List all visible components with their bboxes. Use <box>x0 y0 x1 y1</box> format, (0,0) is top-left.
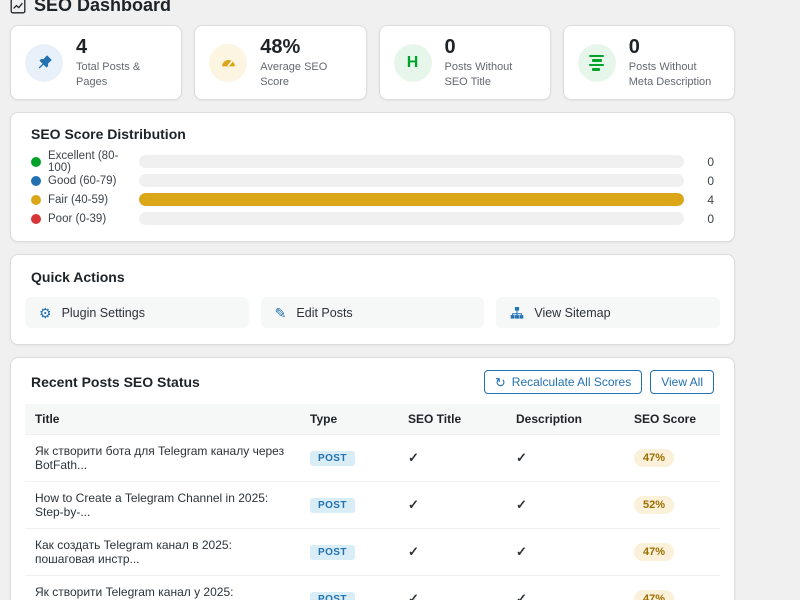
post-type-badge: POST <box>310 498 355 513</box>
post-title-link[interactable]: Как создать Telegram канал в 2025: пошаг… <box>25 529 300 576</box>
distribution-row-poor: Poor (0-39) 0 <box>31 209 714 228</box>
distribution-rows: Excellent (80-100) 0 Good (60-79) 0 Fair… <box>31 152 714 228</box>
seo-title-check-icon: ✓ <box>398 482 506 529</box>
meta-lines-icon <box>578 44 616 82</box>
column-header-type: Type <box>300 404 398 435</box>
table-row: Как создать Telegram канал в 2025: пошаг… <box>25 529 720 576</box>
distribution-bar-fill <box>139 193 684 206</box>
sitemap-icon <box>510 306 524 320</box>
distribution-count: 4 <box>684 193 714 207</box>
stat-card-no-seo-title: H 0 Posts Without SEO Title <box>379 25 551 100</box>
distribution-count: 0 <box>684 155 714 169</box>
table-row: Як створити бота для Telegram каналу чер… <box>25 435 720 482</box>
page-title: SEO Dashboard <box>34 0 171 16</box>
action-label: Edit Posts <box>296 306 352 320</box>
quick-actions-panel: Quick Actions ⚙ Plugin Settings ✎ Edit P… <box>10 254 735 345</box>
action-label: Plugin Settings <box>62 306 145 320</box>
post-type-badge: POST <box>310 592 355 600</box>
excellent-dot-icon <box>31 157 41 167</box>
column-header-seo-score: SEO Score <box>624 404 720 435</box>
distribution-row-good: Good (60-79) 0 <box>31 171 714 190</box>
refresh-icon: ↻ <box>495 376 506 389</box>
distribution-row-fair: Fair (40-59) 4 <box>31 190 714 209</box>
recent-posts-panel: Recent Posts SEO Status ↻ Recalculate Al… <box>10 357 735 600</box>
stat-card-no-meta-description: 0 Posts Without Meta Description <box>563 25 735 100</box>
distribution-label: Good (60-79) <box>48 175 116 187</box>
distribution-bar-track <box>139 174 684 187</box>
stat-label: Posts Without Meta Description <box>629 60 720 89</box>
stat-card-total-posts: 4 Total Posts & Pages <box>10 25 182 100</box>
recent-posts-table: Title Type SEO Title Description SEO Sco… <box>25 404 720 600</box>
good-dot-icon <box>31 176 41 186</box>
action-label: View Sitemap <box>534 306 610 320</box>
description-check-icon: ✓ <box>506 482 624 529</box>
distribution-count: 0 <box>684 212 714 226</box>
pencil-icon: ✎ <box>275 306 287 320</box>
column-header-seo-title: SEO Title <box>398 404 506 435</box>
table-row: How to Create a Telegram Channel in 2025… <box>25 482 720 529</box>
seo-title-check-icon: ✓ <box>398 435 506 482</box>
seo-score-distribution-panel: SEO Score Distribution Excellent (80-100… <box>10 112 735 242</box>
seo-score-badge: 47% <box>634 543 674 561</box>
seo-score-badge: 47% <box>634 590 674 600</box>
heading-icon: H <box>394 44 432 82</box>
view-all-button[interactable]: View All <box>650 370 714 394</box>
seo-title-check-icon: ✓ <box>398 529 506 576</box>
post-title-link[interactable]: How to Create a Telegram Channel in 2025… <box>25 482 300 529</box>
view-sitemap-button[interactable]: View Sitemap <box>496 297 720 328</box>
edit-posts-button[interactable]: ✎ Edit Posts <box>261 297 485 328</box>
stat-value: 0 <box>629 36 720 59</box>
fair-dot-icon <box>31 195 41 205</box>
distribution-label: Poor (0-39) <box>48 213 106 225</box>
seo-title-check-icon: ✓ <box>398 576 506 600</box>
dashboard-content: SEO Dashboard 4 Total Posts & Pages 48% … <box>10 0 735 600</box>
distribution-bar-track <box>139 155 684 168</box>
pushpin-icon <box>25 44 63 82</box>
description-check-icon: ✓ <box>506 529 624 576</box>
page-header: SEO Dashboard <box>10 0 735 16</box>
poor-dot-icon <box>31 214 41 224</box>
distribution-label: Fair (40-59) <box>48 194 108 206</box>
gauge-icon <box>209 44 247 82</box>
stat-card-average-score: 48% Average SEO Score <box>194 25 366 100</box>
quick-actions-title: Quick Actions <box>31 269 720 285</box>
distribution-bar-track <box>139 193 684 206</box>
stat-value: 0 <box>445 36 536 59</box>
post-type-badge: POST <box>310 545 355 560</box>
post-title-link[interactable]: Як створити Telegram канал у 2025: покро… <box>25 576 300 600</box>
seo-score-badge: 47% <box>634 449 674 467</box>
distribution-row-excellent: Excellent (80-100) 0 <box>31 152 714 171</box>
stats-row: 4 Total Posts & Pages 48% Average SEO Sc… <box>10 25 735 100</box>
description-check-icon: ✓ <box>506 435 624 482</box>
description-check-icon: ✓ <box>506 576 624 600</box>
gear-icon: ⚙ <box>39 306 52 320</box>
table-header-row: Title Type SEO Title Description SEO Sco… <box>25 404 720 435</box>
post-type-badge: POST <box>310 451 355 466</box>
stat-value: 48% <box>260 36 351 59</box>
stat-value: 4 <box>76 36 167 59</box>
recent-posts-title: Recent Posts SEO Status <box>31 374 200 390</box>
plugin-settings-button[interactable]: ⚙ Plugin Settings <box>25 297 249 328</box>
seo-score-badge: 52% <box>634 496 674 514</box>
table-row: Як створити Telegram канал у 2025: покро… <box>25 576 720 600</box>
post-title-link[interactable]: Як створити бота для Telegram каналу чер… <box>25 435 300 482</box>
distribution-count: 0 <box>684 174 714 188</box>
recalculate-all-scores-button[interactable]: ↻ Recalculate All Scores <box>484 370 642 394</box>
column-header-description: Description <box>506 404 624 435</box>
distribution-bar-track <box>139 212 684 225</box>
chart-icon <box>10 0 26 14</box>
distribution-title: SEO Score Distribution <box>31 126 714 142</box>
stat-label: Total Posts & Pages <box>76 60 167 89</box>
column-header-title: Title <box>25 404 300 435</box>
stat-label: Posts Without SEO Title <box>445 60 536 89</box>
stat-label: Average SEO Score <box>260 60 351 89</box>
distribution-label: Excellent (80-100) <box>48 150 139 174</box>
